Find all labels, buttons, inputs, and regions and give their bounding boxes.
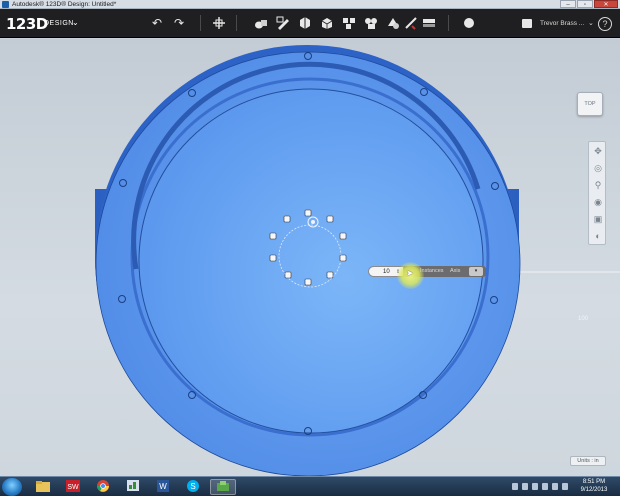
pattern-icon[interactable] [342, 16, 356, 30]
solidworks-icon[interactable]: SW [60, 479, 86, 495]
material-icon[interactable] [462, 16, 476, 30]
clock-time: 8:51 PM [582, 479, 606, 485]
user-account-menu[interactable]: Trevor Brass ... ⌄ [522, 16, 594, 31]
view-mode-icon[interactable]: ▣ [592, 213, 604, 225]
view-cube[interactable]: TOP [577, 92, 603, 116]
close-button[interactable]: ✕ [594, 0, 618, 8]
window-title: Autodesk® 123D® Design: Untitled* [12, 1, 117, 8]
task-manager-icon[interactable] [120, 479, 146, 495]
primitives-icon[interactable] [254, 16, 268, 30]
window-controls: – ▫ ✕ [559, 0, 618, 9]
tray-app-icon[interactable] [522, 483, 528, 490]
word-icon[interactable]: W [150, 479, 176, 495]
toolbar-divider [448, 15, 449, 31]
orbit-icon[interactable]: ◎ [592, 162, 604, 174]
explorer-icon[interactable] [30, 479, 56, 495]
pattern-value-widget[interactable]: 10 ⇕ Instances Axis ▾ [368, 266, 486, 277]
pattern-instance-handle[interactable] [284, 271, 292, 279]
svg-text:S: S [190, 482, 195, 491]
maximize-button[interactable]: ▫ [577, 0, 593, 8]
zoom-icon[interactable]: ⚲ [592, 179, 604, 191]
clock-date: 9/12/2013 [580, 487, 608, 493]
pattern-instance-handle[interactable] [339, 232, 347, 240]
inner-recess[interactable] [138, 88, 484, 434]
view-cube-face-label[interactable]: TOP [578, 93, 602, 115]
transform-icon[interactable] [212, 16, 226, 30]
volume-icon[interactable] [562, 483, 568, 490]
chrome-icon[interactable] [90, 479, 116, 495]
taskbar: SW W S 8:51 PM 9/12/2013 [0, 476, 620, 496]
measure-icon[interactable] [404, 16, 418, 30]
pattern-instance-handle[interactable] [304, 209, 312, 217]
svg-text:SW: SW [67, 484, 79, 491]
123d-design-taskbar-icon[interactable] [210, 479, 236, 495]
units-indicator[interactable]: Units : in [570, 456, 606, 466]
redo-icon[interactable]: ↷ [172, 16, 186, 30]
tray-arrow-icon[interactable] [512, 483, 518, 490]
user-name: Trevor Brass ... [540, 20, 585, 27]
window-title-bar: Autodesk® 123D® Design: Untitled* – ▫ ✕ [0, 0, 620, 9]
navigation-bar: ✥ ◎ ⚲ ◉ ▣ ◐ [588, 141, 606, 245]
network-icon[interactable] [552, 483, 558, 490]
pan-icon[interactable]: ✥ [592, 145, 604, 157]
pattern-instance-handle[interactable] [283, 215, 291, 223]
skype-icon[interactable]: S [180, 479, 206, 495]
help-icon[interactable]: ? [598, 17, 612, 31]
mouse-cursor-icon: ➤ [406, 268, 414, 278]
construct-icon[interactable] [298, 16, 312, 30]
minimize-button[interactable]: – [560, 0, 576, 8]
pattern-instance-handle[interactable] [269, 232, 277, 240]
sketch-icon[interactable] [276, 16, 290, 30]
undo-icon[interactable]: ↶ [150, 16, 164, 30]
fit-icon[interactable]: ◉ [592, 196, 604, 208]
model-canvas[interactable] [0, 39, 620, 476]
visibility-icon[interactable]: ◐ [592, 230, 604, 242]
flag-icon[interactable] [542, 483, 548, 490]
system-clock[interactable]: 8:51 PM 9/12/2013 [574, 478, 614, 494]
pattern-instance-handle[interactable] [326, 271, 334, 279]
3d-viewport[interactable]: TOP ✥ ◎ ⚲ ◉ ▣ ◐ 100 10 ⇕ Instances Axis … [0, 39, 620, 476]
pattern-center-dot [311, 220, 315, 224]
toolbar-divider [236, 15, 237, 31]
tray-app-icon[interactable] [532, 483, 538, 490]
axis-label[interactable]: Axis [450, 266, 460, 277]
combine-icon[interactable] [386, 16, 400, 30]
toolbar-divider [200, 15, 201, 31]
options-dropdown-icon[interactable]: ▾ [469, 267, 483, 276]
text-icon[interactable] [422, 16, 436, 30]
pattern-instance-handle[interactable] [339, 254, 347, 262]
grouping-icon[interactable] [364, 16, 378, 30]
app-icon [2, 1, 9, 8]
instance-count-value[interactable]: 10 [383, 267, 390, 277]
app-logo[interactable]: 123D [6, 15, 48, 33]
avatar [522, 19, 532, 28]
app-logo-subtitle[interactable]: DESIGN [44, 20, 74, 27]
pattern-instance-handle[interactable] [304, 278, 312, 286]
grid-dimension-label: 100 [578, 316, 589, 322]
app-menu-chevron-icon[interactable]: ⌄ [72, 18, 79, 27]
start-button[interactable] [2, 478, 22, 496]
modify-icon[interactable] [320, 16, 334, 30]
pattern-instance-handle[interactable] [326, 215, 334, 223]
pattern-instance-handle[interactable] [269, 254, 277, 262]
app-toolbar: 123D DESIGN ⌄ ↶ ↷ Trevor Brass ... ⌄ ? [0, 9, 620, 38]
chevron-down-icon: ⌄ [588, 20, 594, 27]
svg-text:W: W [159, 482, 167, 491]
